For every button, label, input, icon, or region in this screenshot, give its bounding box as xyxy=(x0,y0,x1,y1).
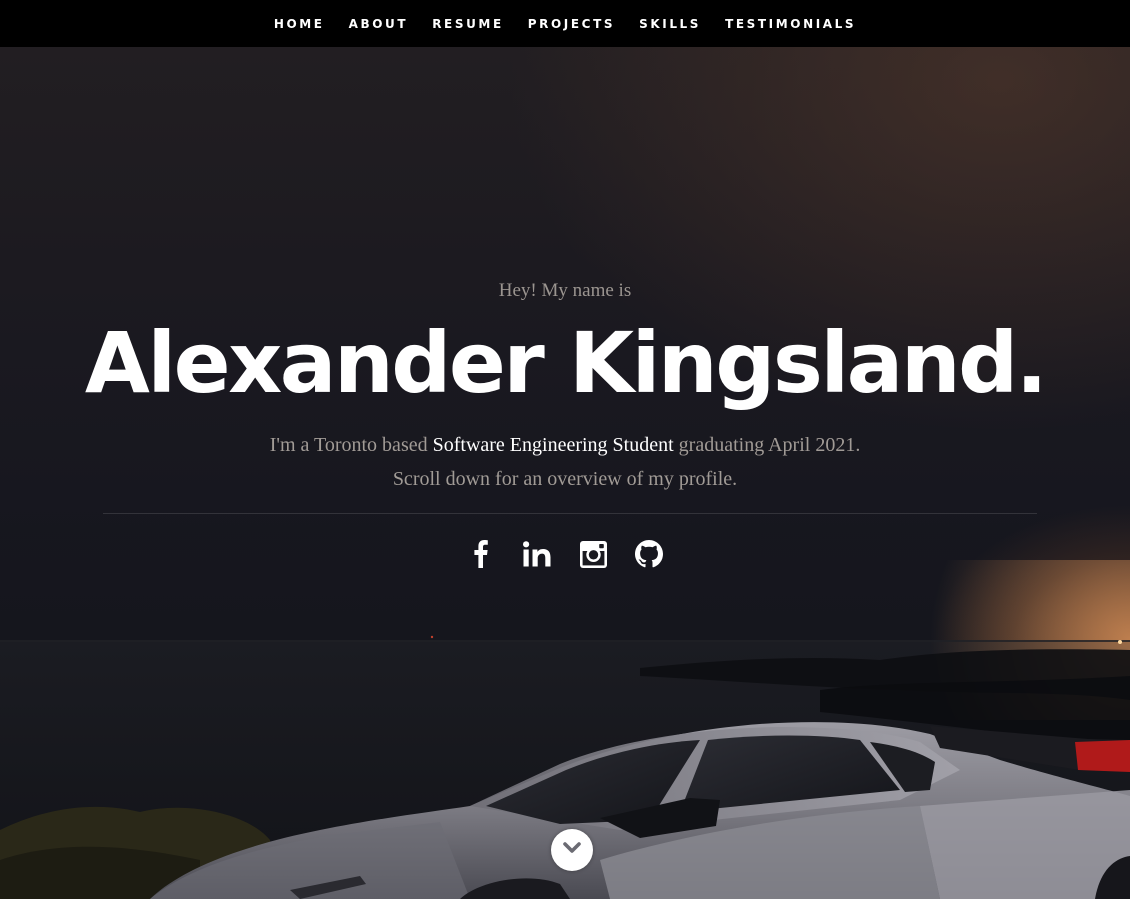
nav-link-skills[interactable]: SKILLS xyxy=(639,17,701,31)
tagline-prefix: I'm a Toronto based xyxy=(269,434,433,456)
nav-link-about[interactable]: ABOUT xyxy=(349,17,409,31)
facebook-icon xyxy=(474,540,488,568)
linkedin-icon xyxy=(523,541,551,567)
nav-link-resume[interactable]: RESUME xyxy=(432,17,504,31)
tagline-highlight: Software Engineering Student xyxy=(432,434,674,456)
hero-section: HOME ABOUT RESUME PROJECTS SKILLS TESTIM… xyxy=(0,0,1130,899)
tagline-line-2: Scroll down for an overview of my profil… xyxy=(392,468,738,490)
github-icon xyxy=(635,540,663,568)
github-link[interactable] xyxy=(629,534,669,574)
hero-name: Alexander Kingsland. xyxy=(84,314,1048,412)
nav-link-projects[interactable]: PROJECTS xyxy=(528,17,615,31)
social-links xyxy=(0,534,1130,574)
intro-text: Hey! My name is xyxy=(498,280,632,301)
top-navigation: HOME ABOUT RESUME PROJECTS SKILLS TESTIM… xyxy=(0,0,1130,47)
tagline-suffix: graduating April 2021. xyxy=(673,434,861,456)
instagram-icon xyxy=(579,540,607,568)
hero-tagline: I'm a Toronto based Software Engineering… xyxy=(0,428,1130,496)
hero-divider xyxy=(103,513,1037,514)
linkedin-link[interactable] xyxy=(517,534,557,574)
nav-link-testimonials[interactable]: TESTIMONIALS xyxy=(725,17,856,31)
nav-link-home[interactable]: HOME xyxy=(274,17,325,31)
facebook-link[interactable] xyxy=(461,534,501,574)
instagram-link[interactable] xyxy=(573,534,613,574)
chevron-down-icon xyxy=(563,841,581,859)
scroll-down-button[interactable] xyxy=(551,829,593,871)
tagline-line-1: I'm a Toronto based Software Engineering… xyxy=(0,428,1130,462)
